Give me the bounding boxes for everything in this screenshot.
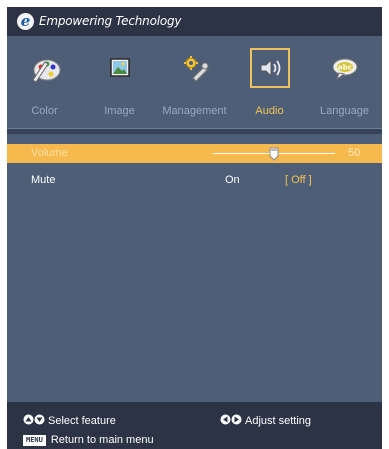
tab-audio-label: Audio (255, 105, 284, 117)
menu-tabs: Color Image Management Audio abc Languag… (7, 36, 382, 120)
tab-image-label: Image (104, 105, 135, 117)
brand-logo-icon: e (17, 12, 34, 30)
menu-key-icon: MENU (23, 435, 46, 446)
svg-text:abc: abc (338, 64, 352, 72)
tab-audio[interactable]: Audio (232, 36, 307, 120)
adjust-setting-hint: Adjust setting (220, 414, 311, 429)
brand-tagline: Empowering Technology (39, 14, 182, 28)
volume-label: Volume (31, 147, 68, 159)
tab-language[interactable]: abc Language (307, 36, 382, 120)
tab-color[interactable]: Color (7, 36, 82, 120)
tab-language-label: Language (320, 105, 369, 117)
volume-slider-thumb[interactable] (269, 146, 279, 161)
brand-header: e Empowering Technology (7, 7, 382, 36)
mute-option-on[interactable]: On (225, 174, 240, 187)
volume-value: 50 (348, 147, 361, 159)
help-footer: Select feature Adjust setting MENU Return… (7, 402, 382, 449)
mute-row[interactable]: Mute On [ Off ] (7, 171, 382, 190)
select-feature-hint: Select feature (23, 414, 116, 429)
audio-settings-panel: Volume 50 Mute On [ Off ] (7, 134, 382, 402)
management-tools-icon (177, 50, 213, 86)
color-palette-icon (27, 50, 63, 86)
mute-option-off[interactable]: [ Off ] (285, 174, 312, 187)
mute-label: Mute (31, 174, 56, 186)
adjust-setting-text: Adjust setting (245, 415, 312, 427)
left-right-arrows-icon (220, 414, 242, 429)
language-abc-icon: abc (327, 50, 363, 86)
up-down-arrows-icon (23, 414, 45, 429)
tab-management[interactable]: Management (157, 36, 232, 120)
volume-row[interactable]: Volume 50 (7, 144, 382, 163)
return-menu-text: Return to main menu (50, 434, 154, 446)
tab-management-label: Management (162, 105, 227, 117)
return-menu-hint: MENU Return to main menu (23, 434, 154, 447)
tabs-separator (7, 120, 382, 128)
select-feature-text: Select feature (48, 415, 116, 427)
image-picture-icon (102, 50, 138, 86)
projector-osd-menu: e Empowering Technology Color Image Mana… (7, 7, 382, 449)
speaker-icon (252, 50, 288, 86)
tab-color-label: Color (31, 105, 58, 117)
tab-image[interactable]: Image (82, 36, 157, 120)
